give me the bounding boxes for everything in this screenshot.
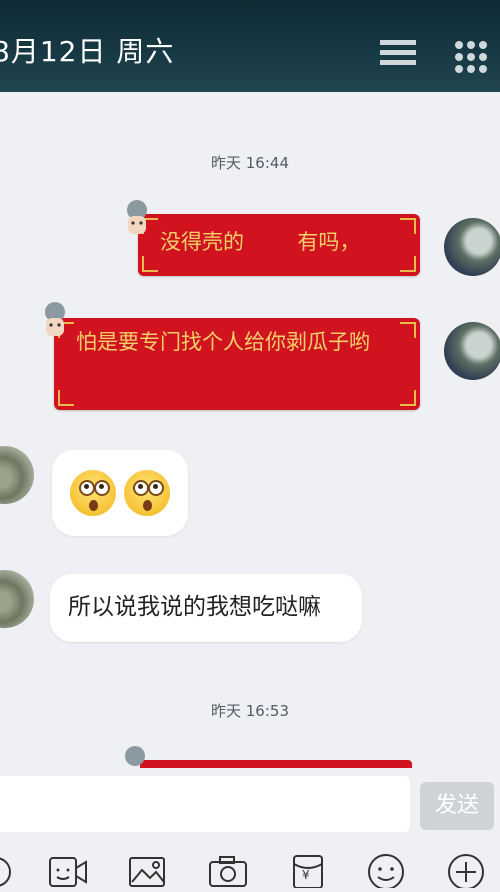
voice-icon[interactable] bbox=[0, 852, 22, 888]
chat-date-title: 8月12日 周六 bbox=[0, 35, 175, 68]
avatar[interactable] bbox=[0, 446, 34, 504]
avatar[interactable] bbox=[0, 570, 34, 628]
send-button[interactable]: 发送 bbox=[420, 782, 494, 830]
surprised-emoji-icon bbox=[124, 470, 170, 516]
emoji-icon[interactable] bbox=[366, 852, 406, 888]
message-bubble[interactable]: 没得壳的 有吗， bbox=[138, 214, 420, 276]
avatar[interactable] bbox=[444, 322, 500, 380]
message-bubble[interactable]: 所以说我说的我想吃哒嘛 bbox=[50, 574, 362, 642]
yen-symbol: ¥ bbox=[302, 868, 310, 882]
avatar[interactable] bbox=[444, 218, 500, 276]
grid-icon[interactable] bbox=[454, 40, 488, 74]
sticker-avatar-icon bbox=[45, 302, 65, 336]
image-icon[interactable] bbox=[128, 852, 168, 888]
sticker-avatar-icon bbox=[127, 200, 147, 234]
message-bubble[interactable] bbox=[52, 450, 188, 536]
message-text: 怕是要专门找个人给你剥瓜子哟 bbox=[76, 330, 370, 354]
camera-icon[interactable] bbox=[208, 852, 248, 888]
message-input[interactable] bbox=[0, 776, 410, 832]
message-timestamp: 昨天 16:53 bbox=[211, 702, 289, 720]
message-timestamp: 昨天 16:44 bbox=[211, 154, 289, 172]
message-bubble[interactable]: 怕是要专门找个人给你剥瓜子哟 bbox=[54, 318, 420, 410]
video-icon[interactable] bbox=[48, 852, 88, 888]
surprised-emoji-icon bbox=[70, 470, 116, 516]
plus-icon[interactable] bbox=[446, 852, 486, 888]
header-bar: 8月12日 周六 bbox=[0, 0, 500, 92]
red-packet-icon[interactable]: ¥ bbox=[292, 852, 324, 889]
menu-icon[interactable] bbox=[380, 38, 416, 68]
message-text: 所以说我说的我想吃哒嘛 bbox=[68, 594, 321, 620]
message-text: 没得壳的 有吗， bbox=[160, 230, 361, 254]
